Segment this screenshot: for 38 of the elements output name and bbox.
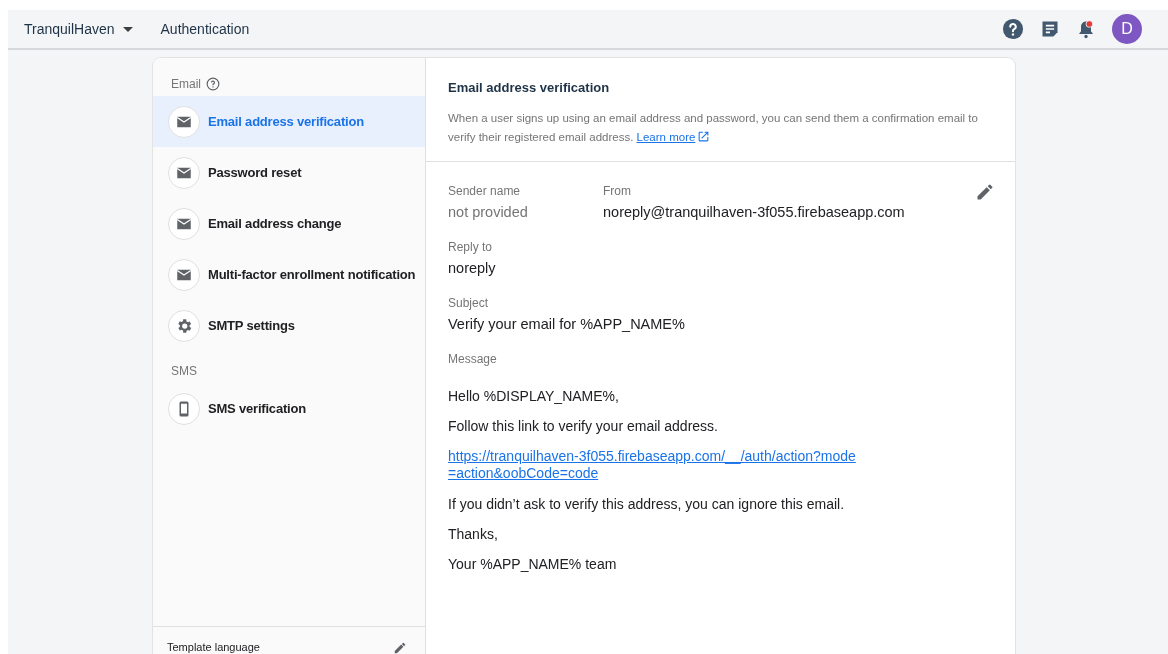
- sidebar-item[interactable]: Password reset: [153, 147, 425, 198]
- field-value: noreply@tranquilhaven-3f055.firebaseapp.com: [603, 204, 905, 220]
- template-title: Email address verification: [448, 80, 611, 95]
- caret-icon: [122, 26, 133, 32]
- field-value: Verify your email for %APP_NAME%: [448, 316, 686, 332]
- message-line: Thanks,: [448, 526, 499, 542]
- help-icon[interactable]: [206, 77, 220, 91]
- external-link-icon: [697, 130, 711, 143]
- avatar[interactable]: D: [1112, 14, 1142, 44]
- page-title: Authentication: [160, 21, 250, 37]
- field-label: Reply to: [448, 240, 494, 254]
- edit-icon[interactable]: [975, 182, 995, 202]
- sidebar-item[interactable]: Email address change: [153, 198, 425, 249]
- field-label: From: [603, 184, 632, 198]
- sidebar-item[interactable]: Email address verification: [153, 96, 425, 147]
- message-line: Your %APP_NAME% team: [448, 556, 618, 572]
- footer-label: Template language: [167, 641, 260, 654]
- learn-more-link[interactable]: Learn more: [636, 131, 711, 143]
- group-label: SMS: [171, 364, 197, 378]
- sidebar-item[interactable]: Multi-factor enrollment notification: [153, 249, 425, 300]
- field-value: noreply: [448, 260, 497, 276]
- sidebar-item[interactable]: SMS verification: [153, 383, 425, 434]
- project-selector[interactable]: TranquilHaven: [24, 21, 133, 37]
- group-label: Email: [171, 77, 201, 91]
- message-line: Hello %DISPLAY_NAME%,: [448, 388, 620, 404]
- message-link[interactable]: https://tranquilhaven-3f055.firebaseapp.com/__/auth/action?mode=action&oobCode=code: [448, 448, 858, 482]
- message-line: If you didn’t ask to verify this address, you can ignore this email.: [448, 496, 846, 512]
- feedback-icon[interactable]: [1040, 19, 1060, 39]
- template-description: When a user signs up using an email address and password, you can send them a confirmation email to verify their registered email address. Learn more: [448, 111, 979, 145]
- sidebar-item[interactable]: SMTP settings: [153, 300, 425, 351]
- edit-icon[interactable]: [393, 641, 407, 654]
- help-icon[interactable]: [1002, 18, 1024, 40]
- field-label: Sender name: [448, 184, 522, 198]
- field-label: Message: [448, 352, 498, 366]
- message-line: Follow this link to verify your email address.: [448, 418, 719, 434]
- field-value: not provided: [448, 204, 529, 220]
- field-label: Subject: [448, 296, 490, 310]
- bell-icon[interactable]: [1076, 19, 1096, 39]
